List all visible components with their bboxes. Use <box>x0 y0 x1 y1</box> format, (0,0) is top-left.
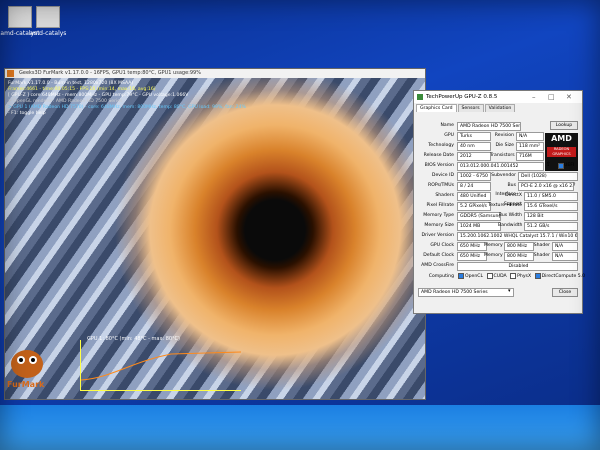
desktop-icon-amd-catalys[interactable]: amd-catalys <box>28 6 68 37</box>
gpu-temp-graph <box>80 340 242 391</box>
shaders-value: 480 Unified <box>457 192 491 201</box>
help-icon[interactable]: ? <box>573 181 575 190</box>
memory-clock-value: 800 MHz <box>504 242 534 251</box>
row-name: Name AMD Radeon HD 7500 Series Lookup <box>416 121 578 131</box>
row-default-clock: Default Clock 650 MHz Memory 800 MHz Sha… <box>416 251 578 261</box>
chevron-down-icon[interactable]: ▾ <box>508 288 511 294</box>
shader-clock-value: N/A <box>552 242 578 251</box>
transistors-value: 716M <box>516 152 544 161</box>
row-device-id: Device ID 1002 - 6750 Subvendor Dell (10… <box>416 171 578 181</box>
row-technology: Technology 40 nm Die Size 118 mm² <box>416 141 578 151</box>
furmark-window[interactable]: Geeks3D FurMark v1.17.0.0 - 16FPS, GPU1 … <box>4 68 426 400</box>
gpuz-titlebar[interactable]: TechPowerUp GPU-Z 0.8.5 – □ ✕ <box>414 91 582 103</box>
directx-value: 11.0 / SM5.0 <box>524 192 578 201</box>
maximize-icon[interactable]: □ <box>548 91 555 103</box>
minimize-icon[interactable]: – <box>532 91 536 103</box>
furmark-titlebar[interactable]: Geeks3D FurMark v1.17.0.0 - 16FPS, GPU1 … <box>5 69 425 78</box>
bandwidth-value: 51.2 GB/s <box>524 222 578 231</box>
cuda-checkbox[interactable] <box>486 272 493 279</box>
revision-value: N/A <box>516 132 544 141</box>
furmark-logo-text: FurMark <box>7 380 45 389</box>
computing-options: OpenCL CUDA PhysX DirectCompute 5.0 <box>456 272 585 281</box>
tab-sensors[interactable]: Sensors <box>457 104 484 112</box>
osd-line: - F1: toggle help <box>8 111 46 116</box>
gpu-temp-curve <box>80 351 242 381</box>
row-card-select: AMD Radeon HD 7500 Series ▾ Close <box>416 287 578 297</box>
default-shader-value: N/A <box>552 252 578 261</box>
pixel-fillrate-value: 5.2 GPixel/s <box>457 202 491 211</box>
furmark-window-title: Geeks3D FurMark v1.17.0.0 - 16FPS, GPU1 … <box>19 70 201 76</box>
memory-size-value: 1024 MB <box>457 222 501 231</box>
furmark-logo: FurMark <box>7 340 63 396</box>
gpuz-window[interactable]: TechPowerUp GPU-Z 0.8.5 – □ ✕ Graphics C… <box>413 90 586 314</box>
close-icon[interactable]: ✕ <box>566 91 572 103</box>
row-gpu-clock: GPU Clock 650 MHz Memory 800 MHz Shader … <box>416 241 578 251</box>
gpu-value: Turks <box>457 132 491 141</box>
gpuz-window-title: TechPowerUp GPU-Z 0.8.5 <box>426 94 498 100</box>
share-icon[interactable]: ⇪ <box>546 161 551 168</box>
furmark-render-canvas: FurMark v1.17.0.0 - Burn-in test, 1280x7… <box>5 78 425 399</box>
subvendor-value: Dell (1028) <box>518 172 578 181</box>
rops-tmus-value: 8 / 24 <box>457 182 491 191</box>
row-release-date: Release Date 2012 Transistors 716M <box>416 151 578 161</box>
row-shaders: Shaders 480 Unified DirectX Support 11.0… <box>416 191 578 207</box>
uefi-label: UEFI <box>564 163 575 168</box>
file-icon <box>36 6 60 28</box>
row-driver: Driver Version 15.200.1062.1002 WHQL Cat… <box>421 232 578 241</box>
tab-validation[interactable]: Validation <box>484 104 516 112</box>
die-size-value: 118 mm² <box>516 142 544 151</box>
row-crossfire: AMD CrossFire Disabled <box>416 261 578 271</box>
row-rops: ROPs/TMUs 8 / 24 Bus Interface PCI-E 2.0… <box>428 181 576 197</box>
technology-value: 40 nm <box>457 142 491 151</box>
close-button[interactable]: Close <box>552 288 578 297</box>
gpu-clock-value: 650 MHz <box>457 242 487 251</box>
name-value: AMD Radeon HD 7500 Series <box>457 122 521 131</box>
opencl-checkbox[interactable] <box>458 272 464 279</box>
driver-version-value: 15.200.1062.1002 WHQL Catalyst 15.7.1 / … <box>457 232 578 241</box>
default-memory-value: 800 MHz <box>504 252 534 261</box>
directcompute-checkbox[interactable] <box>534 272 541 279</box>
bios-version-value: 013.012.000.041.001452 <box>457 162 544 171</box>
bus-interface-value: PCI-E 2.0 x16 @ x16 2.0 <box>518 182 574 191</box>
row-memory-size: Memory Size 1024 MB Bandwidth 51.2 GB/s <box>416 221 578 231</box>
lookup-button[interactable]: Lookup <box>550 121 578 130</box>
row-fillrate: Pixel Fillrate 5.2 GPixel/s Texture Fill… <box>416 201 578 211</box>
tab-graphics-card[interactable]: Graphics Card <box>416 104 457 112</box>
physx-checkbox[interactable] <box>510 272 517 279</box>
release-date-value: 2012 <box>457 152 491 161</box>
gpuz-tabs: Graphics Card Sensors Validation <box>414 103 582 112</box>
fur-creature-icon <box>11 350 43 378</box>
desktop-icon-label: amd-catalys <box>29 30 67 37</box>
crossfire-value: Disabled <box>457 262 578 271</box>
gpuz-app-icon <box>417 94 423 100</box>
row-memory-type: Memory Type GDDR5 (Samsung) Bus Width 12… <box>416 211 578 221</box>
row-computing: Computing OpenCL CUDA PhysX DirectComput… <box>428 272 586 279</box>
row-gpu: GPU Turks Revision N/A <box>416 131 578 141</box>
row-bios: BIOS Version 013.012.000.041.001452 ⇪ UE… <box>424 161 575 171</box>
texture-fillrate-value: 15.6 GTexel/s <box>524 202 578 211</box>
device-id-value: 1002 - 6750 <box>457 172 491 181</box>
memory-type-value: GDDR5 (Samsung) <box>457 212 501 221</box>
bus-width-value: 128 Bit <box>524 212 578 221</box>
taskbar <box>0 405 600 450</box>
furmark-app-icon <box>7 70 14 77</box>
default-clock-value: 650 MHz <box>457 252 487 261</box>
card-select-dropdown[interactable]: AMD Radeon HD 7500 Series <box>418 288 514 297</box>
